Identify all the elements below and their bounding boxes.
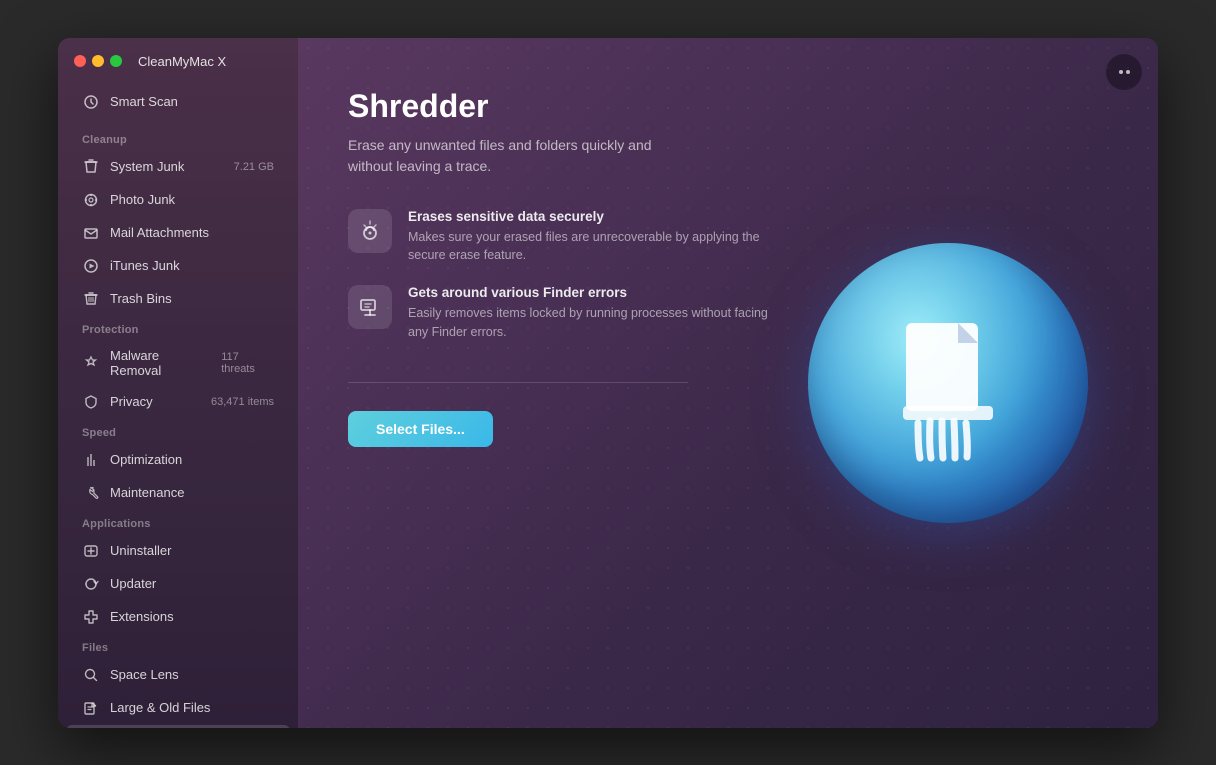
main-content: Shredder Erase any unwanted files and fo… [298,38,1158,728]
shredder-main-icon [868,303,1028,463]
sidebar-item-photo-junk[interactable]: Photo Junk [66,184,290,216]
sidebar-item-itunes-junk[interactable]: iTunes Junk [66,250,290,282]
sidebar-label-privacy: Privacy [110,394,153,409]
maximize-button[interactable] [110,55,122,67]
sidebar-label-smart-scan: Smart Scan [110,94,178,109]
sidebar-label-optimization: Optimization [110,452,182,467]
sidebar-item-space-lens[interactable]: Space Lens [66,659,290,691]
sidebar-label-itunes-junk: iTunes Junk [110,258,180,273]
sidebar-item-maintenance[interactable]: Maintenance [66,477,290,509]
sidebar-item-malware-removal[interactable]: Malware Removal 117 threats [66,341,290,385]
select-files-button[interactable]: Select Files... [348,411,493,447]
app-window: CleanMyMac X Smart Scan Cleanup [58,38,1158,728]
badge-privacy: 63,471 items [211,396,274,408]
more-dot-1 [1119,70,1123,74]
sidebar-label-space-lens: Space Lens [110,667,179,682]
sidebar-label-updater: Updater [110,576,156,591]
sidebar-item-shredder[interactable]: Shredder [66,725,290,728]
system-junk-icon [82,158,100,176]
maintenance-icon [82,484,100,502]
section-label-protection: Protection [58,316,298,340]
page-subtitle: Erase any unwanted files and folders qui… [348,135,688,177]
more-dot-2 [1126,70,1130,74]
sidebar-item-system-junk[interactable]: System Junk 7.21 GB [66,151,290,183]
sidebar-item-large-old-files[interactable]: Large & Old Files [66,692,290,724]
app-title: CleanMyMac X [138,54,226,69]
extensions-icon [82,608,100,626]
shredder-sphere [808,243,1088,523]
sidebar-label-extensions: Extensions [110,609,174,624]
feature-list: Erases sensitive data securely Makes sur… [348,209,768,342]
close-button[interactable] [74,55,86,67]
titlebar: CleanMyMac X [58,38,298,81]
secure-icon-wrap [348,209,392,253]
sidebar-item-privacy[interactable]: Privacy 63,471 items [66,386,290,418]
sidebar-item-smart-scan[interactable]: Smart Scan [66,86,290,118]
content-left: Shredder Erase any unwanted files and fo… [348,78,768,688]
sidebar-label-system-junk: System Junk [110,159,184,174]
divider [348,382,688,383]
feature-desc-secure-erase: Makes sure your erased files are unrecov… [408,228,768,266]
section-label-files: Files [58,634,298,658]
content-right [788,78,1108,688]
feature-text-secure-erase: Erases sensitive data securely Makes sur… [408,209,768,266]
feature-title-secure-erase: Erases sensitive data securely [408,209,768,224]
header-bar [1106,54,1142,90]
privacy-icon [82,393,100,411]
sidebar-label-photo-junk: Photo Junk [110,192,175,207]
optimization-icon [82,451,100,469]
feature-item-secure-erase: Erases sensitive data securely Makes sur… [348,209,768,266]
feature-title-finder-errors: Gets around various Finder errors [408,285,768,300]
uninstaller-icon [82,542,100,560]
secure-icon [356,217,384,245]
finder-icon-wrap [348,285,392,329]
sidebar-item-updater[interactable]: Updater [66,568,290,600]
sidebar-label-trash-bins: Trash Bins [110,291,172,306]
sidebar-label-malware-removal: Malware Removal [110,348,211,378]
feature-text-finder-errors: Gets around various Finder errors Easily… [408,285,768,342]
page-title: Shredder [348,88,768,125]
sidebar-item-optimization[interactable]: Optimization [66,444,290,476]
section-label-applications: Applications [58,510,298,534]
badge-malware: 117 threats [221,351,274,375]
badge-system-junk: 7.21 GB [234,161,274,173]
photo-junk-icon [82,191,100,209]
sidebar: CleanMyMac X Smart Scan Cleanup [58,38,298,728]
updater-icon [82,575,100,593]
section-label-speed: Speed [58,419,298,443]
feature-item-finder-errors: Gets around various Finder errors Easily… [348,285,768,342]
malware-icon [82,354,100,372]
space-lens-icon [82,666,100,684]
large-files-icon [82,699,100,717]
sidebar-nav: Smart Scan Cleanup System Junk 7.21 GB [58,81,298,728]
sidebar-item-uninstaller[interactable]: Uninstaller [66,535,290,567]
sidebar-label-uninstaller: Uninstaller [110,543,171,558]
sidebar-item-extensions[interactable]: Extensions [66,601,290,633]
smart-scan-icon [82,93,100,111]
content-area: Shredder Erase any unwanted files and fo… [348,78,1108,688]
section-label-cleanup: Cleanup [58,126,298,150]
feature-desc-finder-errors: Easily removes items locked by running p… [408,304,768,342]
more-options-button[interactable] [1106,54,1142,90]
sidebar-item-mail-attachments[interactable]: Mail Attachments [66,217,290,249]
sidebar-label-mail-attachments: Mail Attachments [110,225,209,240]
trash-icon [82,290,100,308]
sidebar-item-trash-bins[interactable]: Trash Bins [66,283,290,315]
traffic-lights [74,55,122,67]
itunes-icon [82,257,100,275]
finder-icon [356,293,384,321]
mail-icon [82,224,100,242]
sidebar-label-maintenance: Maintenance [110,485,184,500]
sidebar-label-large-old-files: Large & Old Files [110,700,210,715]
minimize-button[interactable] [92,55,104,67]
